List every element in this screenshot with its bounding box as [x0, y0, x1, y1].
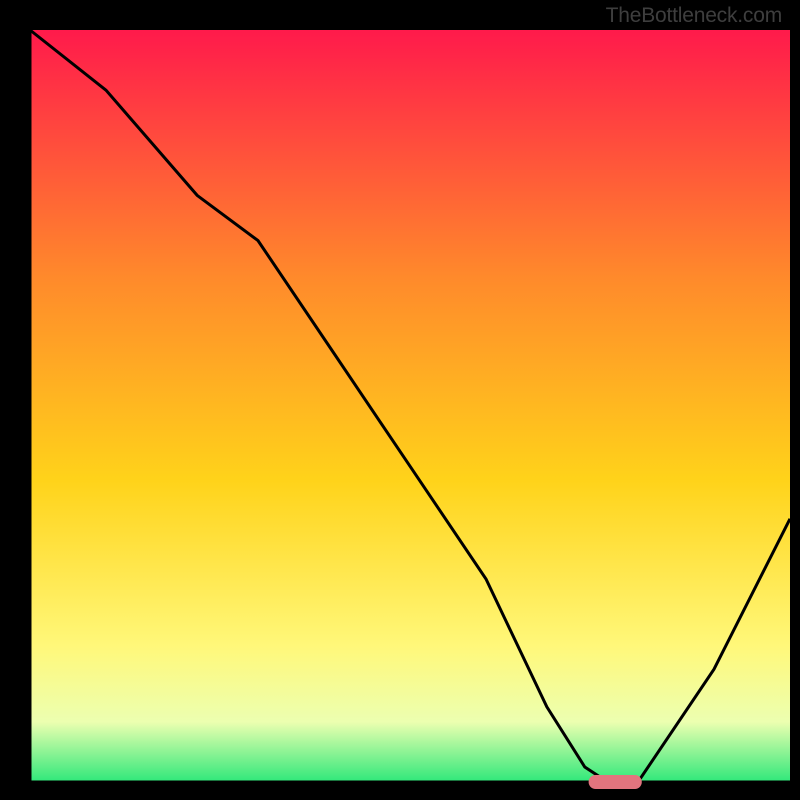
optimal-marker	[589, 775, 642, 789]
bottleneck-curve-chart	[0, 0, 800, 800]
watermark-text: TheBottleneck.com	[606, 4, 782, 28]
plot-area	[30, 30, 790, 782]
chart-container: TheBottleneck.com	[0, 0, 800, 800]
